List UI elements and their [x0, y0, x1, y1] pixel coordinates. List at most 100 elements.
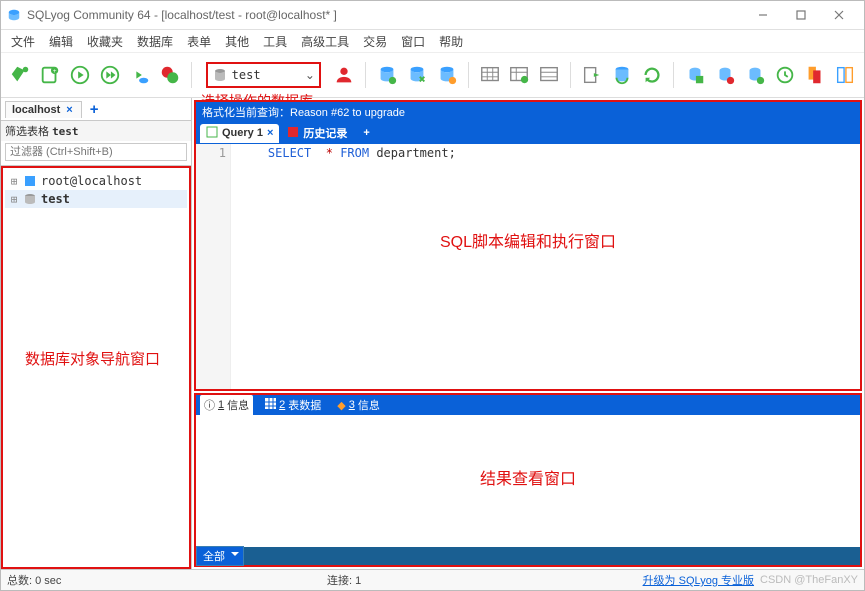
toolbar-sep-2: [365, 62, 366, 88]
table-tool-2[interactable]: [507, 61, 533, 89]
query-tab-bar: Query 1 × 历史记录 +: [196, 122, 860, 144]
execute-button[interactable]: [67, 61, 93, 89]
toolbar-sep-5: [673, 62, 674, 88]
misc-tool-5[interactable]: [802, 61, 828, 89]
result-tab-info[interactable]: ⓘ 1 信息: [200, 395, 253, 415]
user-button[interactable]: [331, 61, 357, 89]
refresh-button[interactable]: [639, 61, 665, 89]
expander-icon[interactable]: ⊞: [9, 175, 19, 188]
tree-db-node[interactable]: ⊞ test: [5, 190, 187, 208]
new-connection-button[interactable]: [7, 61, 33, 89]
result-tab-msg[interactable]: ◆ 3 信息: [333, 395, 384, 415]
annot-editor: SQL脚本编辑和执行窗口: [440, 228, 616, 252]
expander-icon[interactable]: ⊞: [9, 193, 19, 206]
chevron-down-icon: ⌄: [301, 68, 319, 82]
menu-trans[interactable]: 交易: [357, 31, 393, 52]
db-tool-3[interactable]: [434, 61, 460, 89]
menu-edit[interactable]: 编辑: [43, 31, 79, 52]
database-icon: [23, 192, 37, 206]
misc-tool-4[interactable]: [772, 61, 798, 89]
app-icon: [7, 8, 21, 22]
result-scope-select[interactable]: 全部: [196, 546, 244, 566]
export-button[interactable]: [579, 61, 605, 89]
execute-script-button[interactable]: [127, 61, 153, 89]
close-tab-icon[interactable]: ×: [64, 104, 74, 116]
server-icon: [23, 174, 37, 188]
sql-editor[interactable]: 1 SELECT * FROM department;: [196, 144, 860, 389]
status-conn: 连接: 1: [327, 572, 643, 588]
msg-icon: ◆: [337, 399, 345, 412]
query-tab-icon: [206, 126, 218, 141]
history-tab-label: 历史记录: [303, 125, 347, 141]
database-selector[interactable]: test ⌄: [206, 62, 321, 88]
query-tab-1[interactable]: Query 1 ×: [200, 124, 279, 143]
result-tab-bar: ⓘ 1 信息 2 表数据 ◆ 3 信息: [196, 395, 860, 415]
sync-db-button[interactable]: [609, 61, 635, 89]
add-connection-tab[interactable]: +: [84, 101, 105, 118]
history-icon: [287, 126, 299, 141]
annot-result: 结果查看窗口: [480, 465, 576, 489]
app-window: SQLyog Community 64 - [localhost/test - …: [0, 0, 865, 591]
connection-tabs: localhost × +: [1, 98, 191, 121]
database-name: test: [232, 68, 301, 82]
menu-help[interactable]: 帮助: [433, 31, 469, 52]
close-query-tab-icon[interactable]: ×: [267, 127, 273, 139]
left-panel: localhost × + 筛选表格 test ⊞ root@localhost: [1, 98, 192, 569]
db-tool-2[interactable]: [404, 61, 430, 89]
misc-tool-3[interactable]: [742, 61, 768, 89]
toolbar-sep-4: [570, 62, 571, 88]
annot-tree: 数据库对象导航窗口: [25, 348, 160, 369]
tree-db-label: test: [41, 192, 70, 206]
grid-icon: [265, 398, 276, 412]
history-tab[interactable]: 历史记录: [281, 123, 353, 143]
window-title: SQLyog Community 64 - [localhost/test - …: [27, 8, 744, 22]
misc-tool-1[interactable]: [682, 61, 708, 89]
toolbar-sep-3: [468, 62, 469, 88]
upgrade-link[interactable]: 升级为 SQLyog 专业版: [643, 572, 754, 588]
menu-database[interactable]: 数据库: [131, 31, 179, 52]
object-tree[interactable]: ⊞ root@localhost ⊞ test 数据库对象导航窗口: [1, 166, 191, 569]
tree-root-node[interactable]: ⊞ root@localhost: [5, 172, 187, 190]
table-tool-3[interactable]: [536, 61, 562, 89]
add-query-tab[interactable]: +: [355, 127, 377, 139]
menu-tools[interactable]: 工具: [257, 31, 293, 52]
editor-code[interactable]: SELECT * FROM department;: [231, 144, 464, 389]
maximize-button[interactable]: [782, 3, 820, 27]
result-panel: ⓘ 1 信息 2 表数据 ◆ 3 信息 结果: [194, 393, 862, 567]
execute-all-button[interactable]: [97, 61, 123, 89]
menubar: 文件 编辑 收藏夹 数据库 表单 其他 工具 高级工具 交易 窗口 帮助: [1, 30, 864, 53]
result-tab-tabledata[interactable]: 2 表数据: [261, 395, 325, 415]
info-icon: ⓘ: [204, 397, 215, 413]
connection-tab-localhost[interactable]: localhost ×: [5, 101, 82, 118]
menu-other[interactable]: 其他: [219, 31, 255, 52]
content: localhost × + 筛选表格 test ⊞ root@localhost: [1, 98, 864, 569]
db-tool-1[interactable]: [374, 61, 400, 89]
watermark: CSDN @TheFanXY: [760, 574, 858, 586]
format-button[interactable]: [157, 61, 183, 89]
tree-root-label: root@localhost: [41, 174, 142, 188]
menu-advtools[interactable]: 高级工具: [295, 31, 355, 52]
editor-panel: 格式化当前查询：Reason #62 to upgrade Query 1 × …: [194, 100, 862, 391]
table-tool-1[interactable]: [477, 61, 503, 89]
toolbar: + test ⌄ 选择操作的数据库: [1, 53, 864, 98]
connection-tab-label: localhost: [12, 104, 60, 116]
statusbar: 总数: 0 sec 连接: 1 升级为 SQLyog 专业版 CSDN @The…: [1, 569, 864, 590]
filter-pane: 筛选表格 test: [1, 121, 191, 166]
right-panel: 格式化当前查询：Reason #62 to upgrade Query 1 × …: [192, 98, 864, 569]
filter-input[interactable]: [5, 143, 187, 161]
database-icon: [212, 67, 228, 83]
misc-tool-2[interactable]: [712, 61, 738, 89]
format-hint-bar[interactable]: 格式化当前查询：Reason #62 to upgrade: [196, 102, 860, 122]
titlebar: SQLyog Community 64 - [localhost/test - …: [1, 1, 864, 30]
query-tab-label: Query 1: [222, 127, 263, 139]
misc-tool-6[interactable]: [832, 61, 858, 89]
menu-table[interactable]: 表单: [181, 31, 217, 52]
menu-window[interactable]: 窗口: [395, 31, 431, 52]
svg-text:+: +: [53, 68, 57, 75]
new-query-button[interactable]: +: [37, 61, 63, 89]
menu-file[interactable]: 文件: [5, 31, 41, 52]
minimize-button[interactable]: [744, 3, 782, 27]
status-total: 总数: 0 sec: [7, 572, 327, 588]
close-button[interactable]: [820, 3, 858, 27]
menu-fav[interactable]: 收藏夹: [81, 31, 129, 52]
